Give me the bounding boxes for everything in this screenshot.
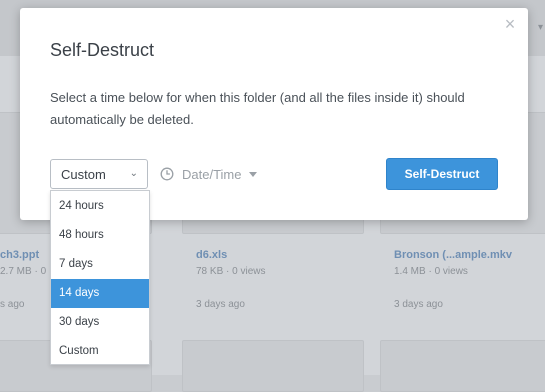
select-value: Custom xyxy=(61,167,106,182)
self-destruct-dialog: × Self-Destruct Select a time below for … xyxy=(20,8,528,220)
datetime-label: Date/Time xyxy=(182,166,242,182)
file-name[interactable]: d6.xls xyxy=(196,249,227,261)
file-name[interactable]: ch3.ppt xyxy=(0,249,39,261)
close-icon[interactable]: × xyxy=(502,15,518,33)
time-options-list: 24 hours 48 hours 7 days 14 days 30 days… xyxy=(50,190,150,365)
option-30-days[interactable]: 30 days xyxy=(51,308,149,337)
clock-icon xyxy=(160,167,174,181)
option-14-days[interactable]: 14 days xyxy=(51,279,149,308)
file-meta: 78 KB · 0 views xyxy=(196,266,266,277)
datetime-picker[interactable]: Date/Time xyxy=(160,165,258,183)
file-card xyxy=(380,340,545,392)
file-card xyxy=(182,340,364,392)
file-date: 3 days ago xyxy=(394,299,443,310)
file-name[interactable]: Bronson (...ample.mkv xyxy=(394,249,512,261)
option-7-days[interactable]: 7 days xyxy=(51,250,149,279)
chevron-down-icon: ⌄ xyxy=(129,168,138,179)
self-destruct-button[interactable]: Self-Destruct xyxy=(386,158,498,190)
file-date: 3 days ago xyxy=(196,299,245,310)
file-meta: 1.4 MB · 0 views xyxy=(394,266,468,277)
file-date: s ago xyxy=(0,299,25,310)
chevron-down-icon: ▾ xyxy=(537,22,543,33)
option-48-hours[interactable]: 48 hours xyxy=(51,221,149,250)
dialog-title: Self-Destruct xyxy=(50,40,155,60)
time-select[interactable]: Custom ⌄ xyxy=(50,159,148,189)
option-24-hours[interactable]: 24 hours xyxy=(51,192,149,221)
file-meta: 2.7 MB · 0 xyxy=(0,266,47,277)
caret-down-icon xyxy=(249,171,258,177)
option-custom[interactable]: Custom xyxy=(51,337,149,366)
dialog-description: Select a time below for when this folder… xyxy=(50,90,465,127)
